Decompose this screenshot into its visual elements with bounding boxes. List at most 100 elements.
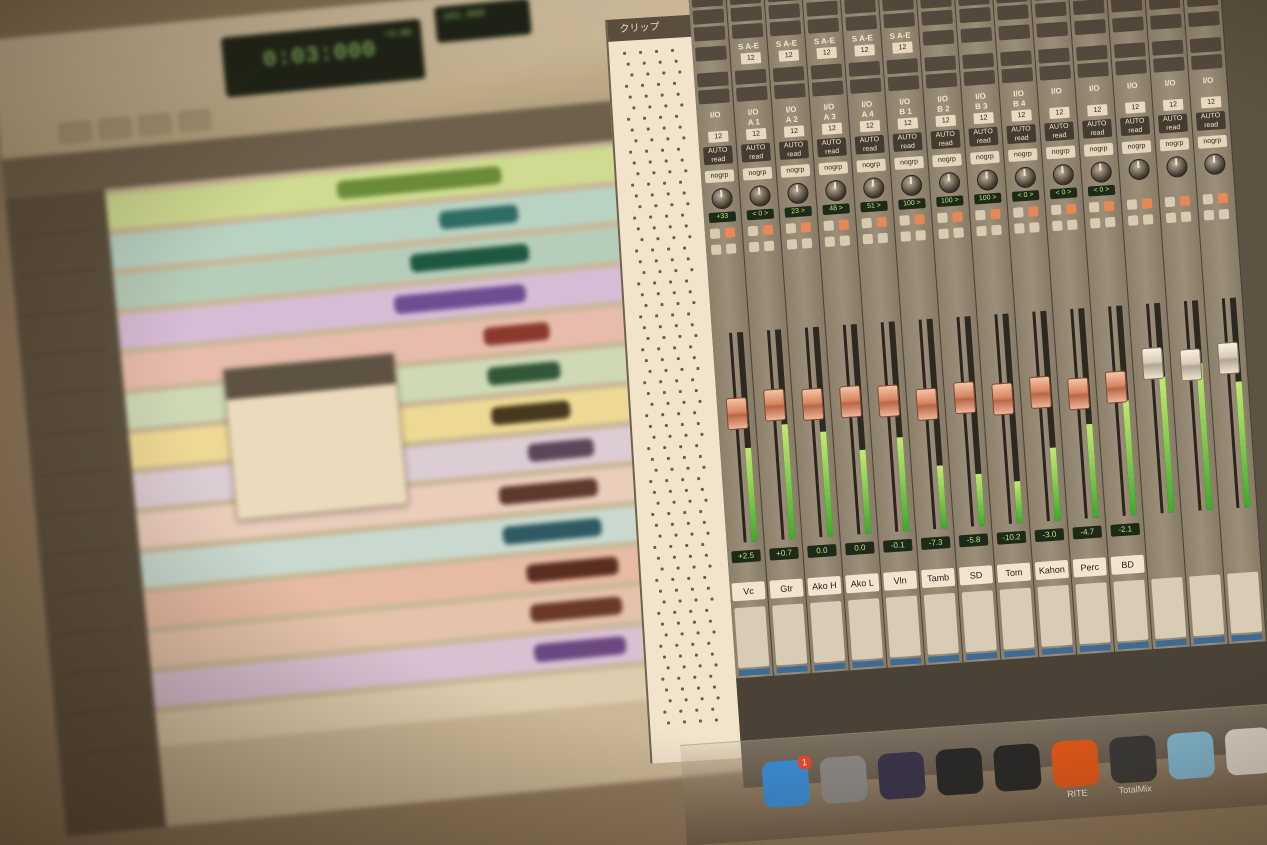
record-button[interactable] [952,211,963,223]
automation-mode[interactable]: AUTO read [703,145,734,166]
audio-region-waveform[interactable] [482,321,551,347]
send-slot[interactable] [696,71,729,88]
audio-region-waveform[interactable] [486,360,561,386]
input-button[interactable] [747,225,759,237]
comment-box[interactable] [847,598,884,661]
pan-knob[interactable] [710,187,734,210]
group-selector[interactable]: nogrp [818,161,849,176]
output-value[interactable]: 12 [935,114,957,128]
send-value[interactable]: 12 [892,41,913,54]
automation-mode[interactable]: AUTO read [1157,113,1189,134]
group-selector[interactable]: nogrp [780,163,811,178]
audio-region-waveform[interactable] [438,204,520,230]
track-header[interactable] [31,400,114,437]
mute-button[interactable] [991,224,1002,236]
insert-slot[interactable] [1034,1,1067,18]
automation-mode[interactable]: AUTO read [1082,118,1113,139]
solo-button[interactable] [710,244,722,256]
output-value[interactable]: 12 [1087,104,1108,117]
volume-fader[interactable] [1141,346,1165,380]
group-selector[interactable]: nogrp [1045,145,1076,160]
solo-button[interactable] [1127,215,1139,226]
volume-fader[interactable] [1104,370,1128,404]
comment-box[interactable] [923,592,959,655]
volume-fader[interactable] [763,387,787,422]
track-header[interactable] [27,360,111,397]
output-value[interactable]: 12 [859,119,881,133]
output-value[interactable]: 12 [783,125,805,138]
track-header[interactable] [12,200,95,238]
record-button[interactable] [1141,198,1153,209]
send-slot[interactable] [734,68,767,85]
insert-slot[interactable] [881,0,914,12]
group-selector[interactable]: nogrp [970,150,1000,165]
insert-slot[interactable] [883,12,916,29]
system-preferences-icon[interactable] [819,755,869,805]
volume-fader[interactable] [877,383,901,418]
comment-box[interactable] [1075,582,1111,645]
output-value[interactable]: 12 [1200,96,1222,109]
send-slot[interactable] [924,55,957,72]
track-header[interactable] [42,519,126,557]
finder-folder-icon[interactable] [1166,730,1216,780]
audio-region-waveform[interactable] [525,556,620,584]
track-header[interactable] [19,280,103,318]
send-slot[interactable] [1187,11,1220,28]
mute-button[interactable] [1218,208,1230,220]
channel-name[interactable]: Ako L [845,573,880,594]
solo-button[interactable] [1014,223,1025,234]
insert-slot[interactable] [767,0,799,3]
output-value[interactable]: 12 [707,130,729,143]
channel-name[interactable]: BD [1110,554,1145,575]
send-slot[interactable] [1152,56,1185,73]
audio-region-waveform[interactable] [529,596,624,623]
comment-box[interactable] [1037,584,1073,647]
send-slot[interactable] [849,77,882,94]
comment-box[interactable] [1151,576,1187,639]
pan-knob[interactable] [1165,155,1189,179]
send-value[interactable]: 12 [816,46,838,60]
track-header[interactable] [54,638,137,676]
grabber-tool-button[interactable] [177,109,212,133]
track-header[interactable] [46,559,130,596]
group-selector[interactable]: nogrp [1197,134,1228,149]
mute-button[interactable] [763,240,775,252]
insert-slot[interactable] [921,9,953,26]
input-button[interactable] [823,220,835,232]
send-value[interactable]: 12 [854,44,875,57]
automation-mode[interactable]: AUTO read [1119,116,1151,137]
mute-button[interactable] [1104,216,1116,228]
group-selector[interactable]: nogrp [1121,140,1152,155]
mute-button[interactable] [801,237,813,249]
channel-name[interactable]: Gtr [769,578,804,599]
solo-button[interactable] [748,241,760,253]
send-slot[interactable] [1075,44,1108,62]
send-slot[interactable] [963,69,996,86]
output-value[interactable]: 12 [1162,98,1184,112]
send-slot[interactable] [773,83,806,100]
mute-button[interactable] [725,243,737,254]
ua-console-icon[interactable] [934,747,985,797]
send-slot[interactable] [1113,42,1146,59]
mute-button[interactable] [839,235,851,247]
send-slot[interactable] [962,52,995,69]
track-header[interactable] [62,718,145,756]
automation-mode[interactable]: AUTO read [1006,124,1037,145]
volume-fader[interactable] [915,387,939,422]
insert-slot[interactable] [1033,0,1066,1]
send-slot[interactable] [1074,18,1107,36]
group-selector[interactable]: nogrp [932,153,962,168]
solo-button[interactable] [900,231,912,242]
automation-mode[interactable]: AUTO read [854,134,885,155]
record-button[interactable] [1217,192,1229,204]
track-header[interactable] [50,599,134,636]
insert-slot[interactable] [769,20,802,37]
solo-button[interactable] [976,225,987,237]
input-button[interactable] [785,223,797,234]
volume-readout[interactable]: +0.7 [769,546,799,561]
send-slot[interactable] [887,75,920,92]
track-header[interactable] [35,439,118,477]
volume-readout[interactable]: -10.2 [996,530,1027,545]
pan-knob[interactable] [1052,163,1075,186]
mute-button[interactable] [915,230,927,241]
